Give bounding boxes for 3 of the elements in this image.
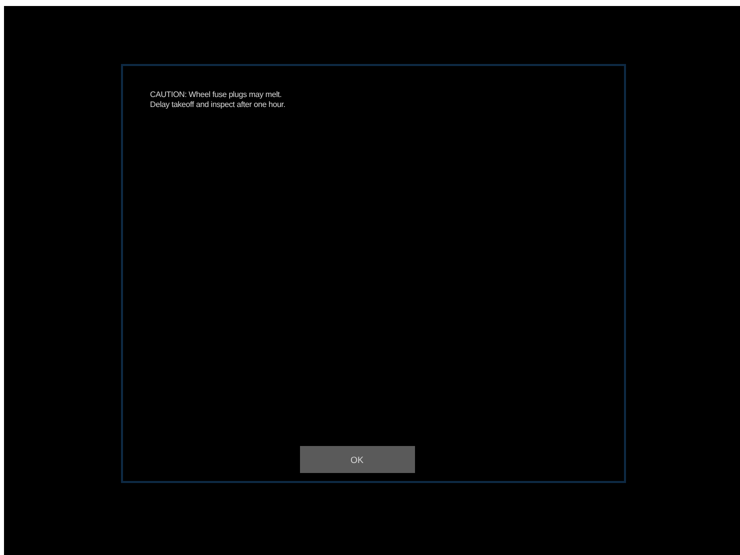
caution-message: Delay takeoff and inspect after one hour.: [150, 100, 286, 110]
caution-message: CAUTION: Wheel fuse plugs may melt.: [150, 90, 283, 100]
ok-button[interactable]: OK: [300, 446, 414, 473]
